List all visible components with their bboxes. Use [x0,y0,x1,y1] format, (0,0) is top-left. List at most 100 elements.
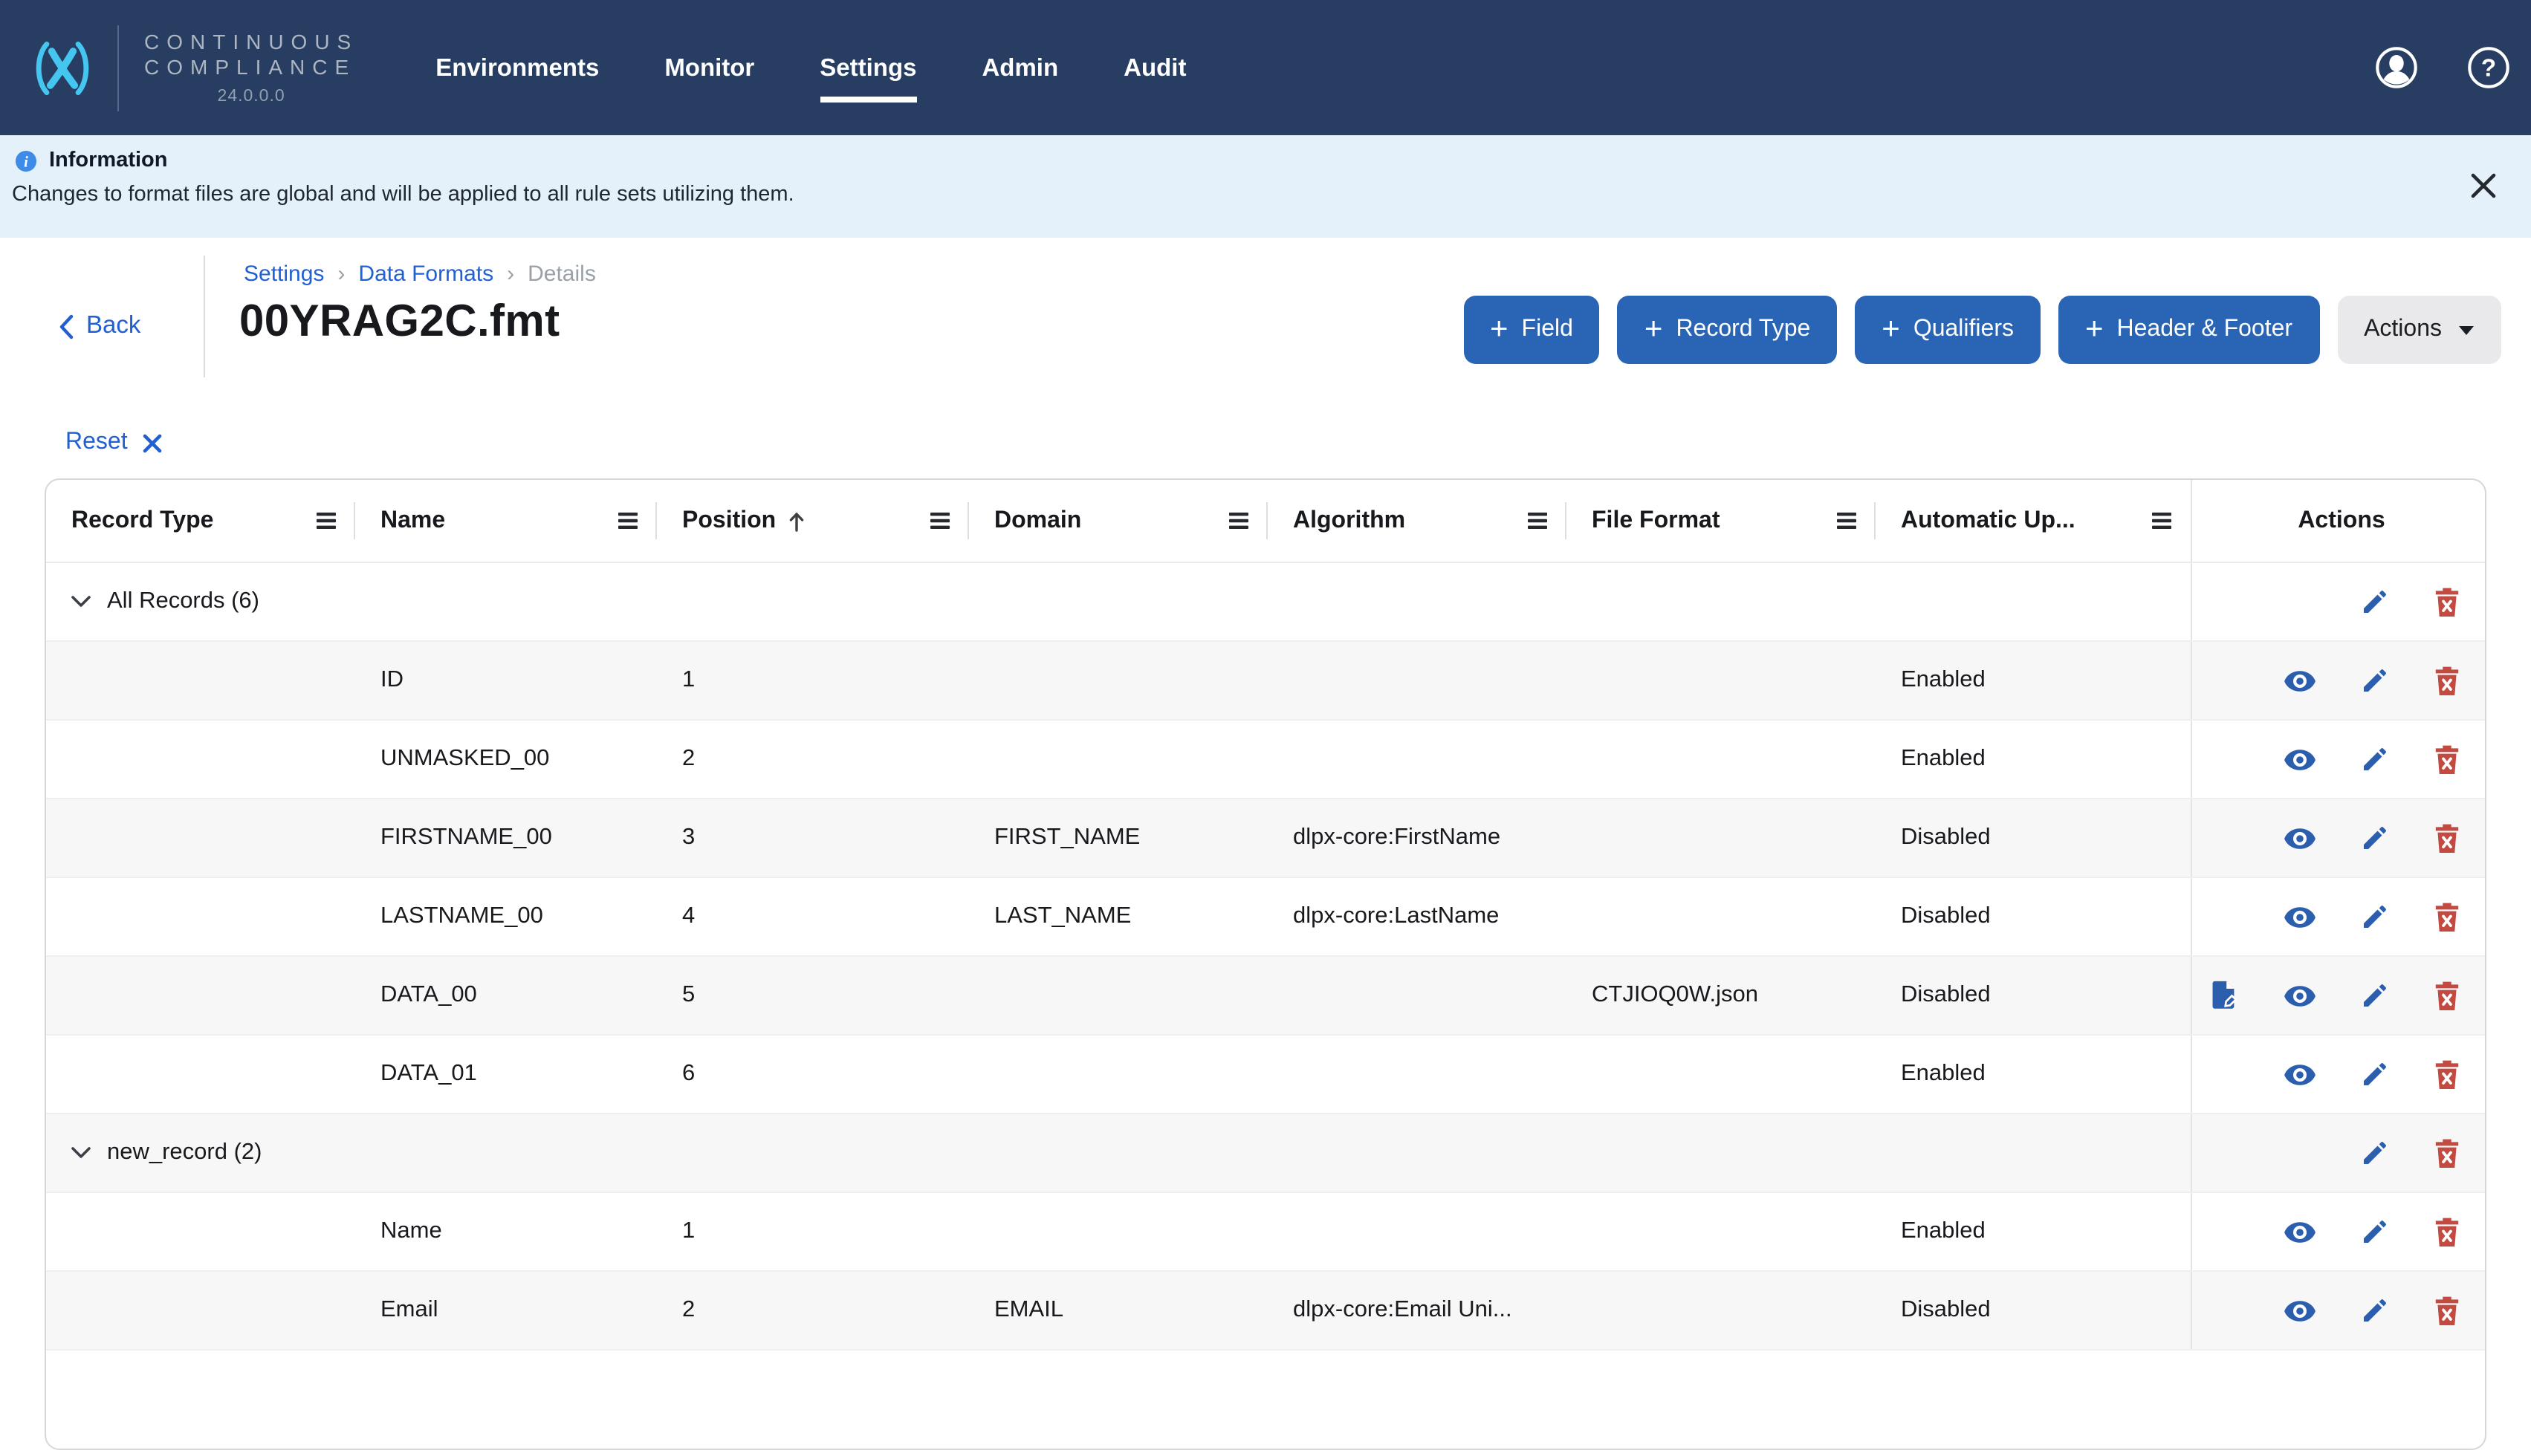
header-divider [204,256,205,377]
banner-close-icon[interactable] [2467,169,2500,202]
add-header-footer-button[interactable]: + Header & Footer [2058,296,2319,364]
breadcrumb-settings[interactable]: Settings [244,261,324,287]
brand-logo[interactable]: CONTINUOUS COMPLIANCE 24.0.0.0 [28,25,358,111]
automatic-updates-cell [1876,1114,2191,1192]
record-type-cell [46,1036,355,1113]
collapse-chevron-icon[interactable] [71,1147,91,1159]
field-row: DATA_005CTJIOQ0W.jsonDisabled [46,957,2485,1036]
add-qualifiers-button[interactable]: + Qualifiers [1855,296,2041,364]
algorithm-cell [1268,1036,1566,1113]
edit-icon[interactable] [2360,1059,2390,1089]
help-icon[interactable]: ? [2467,46,2510,89]
nav-item-environments[interactable]: Environments [435,51,599,84]
position-cell: 4 [657,878,969,955]
nav-item-audit[interactable]: Audit [1124,51,1186,84]
column-menu-icon[interactable] [2152,513,2171,529]
algorithm-cell [1268,1193,1566,1270]
plus-icon: + [2085,313,2104,344]
clear-x-icon [143,433,162,452]
column-menu-icon[interactable] [1528,513,1547,529]
view-icon[interactable] [2283,978,2317,1013]
nav-item-monitor[interactable]: Monitor [664,51,754,84]
domain-cell [969,721,1268,798]
algorithm-cell: dlpx-core:FirstName [1268,799,1566,877]
edit-icon[interactable] [2360,587,2390,617]
breadcrumb-separator-icon: › [337,261,345,287]
nav-item-admin[interactable]: Admin [982,51,1058,84]
column-header-record-type[interactable]: Record Type [46,480,355,562]
domain-cell [969,563,1268,640]
column-header-name[interactable]: Name [355,480,657,562]
file-format-cell [1566,721,1876,798]
add-field-button[interactable]: + Field [1463,296,1600,364]
delete-icon[interactable] [2433,980,2461,1011]
edit-icon[interactable] [2360,1217,2390,1247]
column-header-domain[interactable]: Domain [969,480,1268,562]
record-type-cell: new_record (2) [46,1114,355,1192]
brand-version: 24.0.0.0 [144,88,358,105]
delphix-logo-icon [28,33,97,102]
delete-icon[interactable] [2433,1295,2461,1326]
record-type-cell [46,957,355,1034]
delete-icon[interactable] [2433,822,2461,854]
view-icon[interactable] [2283,1215,2317,1249]
view-icon[interactable] [2283,742,2317,776]
column-menu-icon[interactable] [1837,513,1856,529]
file-format-cell [1566,1114,1876,1192]
view-icon[interactable] [2283,900,2317,934]
edit-icon[interactable] [2360,744,2390,774]
automatic-updates-cell: Disabled [1876,1272,2191,1349]
file-format-cell [1566,799,1876,877]
column-menu-icon[interactable] [618,513,638,529]
view-icon[interactable] [2283,1293,2317,1327]
edit-icon[interactable] [2360,902,2390,932]
record-type-cell: All Records (6) [46,563,355,640]
delete-icon[interactable] [2433,744,2461,775]
primary-nav: Environments Monitor Settings Admin Audi… [435,51,1186,84]
position-cell: 1 [657,642,969,719]
add-record-type-button[interactable]: + Record Type [1618,296,1837,364]
reset-filter-button[interactable]: Reset [65,429,162,456]
delete-icon[interactable] [2433,1059,2461,1090]
back-button[interactable]: Back [58,312,140,340]
file-format-cell [1566,563,1876,640]
actions-menu-button[interactable]: Actions [2337,296,2501,364]
view-icon[interactable] [2283,821,2317,855]
edit-icon[interactable] [2360,1296,2390,1325]
user-profile-icon[interactable] [2375,46,2418,89]
edit-icon[interactable] [2360,1138,2390,1168]
delete-icon[interactable] [2433,901,2461,932]
edit-icon[interactable] [2360,823,2390,853]
view-icon[interactable] [2283,1057,2317,1091]
caret-down-icon [2458,325,2475,335]
column-header-algorithm[interactable]: Algorithm [1268,480,1566,562]
delete-icon[interactable] [2433,665,2461,696]
delete-icon[interactable] [2433,586,2461,617]
delete-icon[interactable] [2433,1216,2461,1247]
column-menu-icon[interactable] [317,513,336,529]
navbar-right: ? [2375,46,2510,89]
automatic-updates-cell: Enabled [1876,1193,2191,1270]
column-header-actions: Actions [2191,480,2485,562]
svg-text:?: ? [2481,54,2496,82]
column-header-position[interactable]: Position [657,480,969,562]
file-format-cell [1566,878,1876,955]
chevron-left-icon [58,313,74,339]
column-menu-icon[interactable] [1229,513,1248,529]
algorithm-cell: dlpx-core:LastName [1268,878,1566,955]
column-menu-icon[interactable] [930,513,950,529]
edit-icon[interactable] [2360,981,2390,1010]
domain-cell: LAST_NAME [969,878,1268,955]
delete-icon[interactable] [2433,1137,2461,1169]
breadcrumb-details: Details [528,261,596,287]
file-edit-icon[interactable] [2208,979,2240,1012]
breadcrumb-data-formats[interactable]: Data Formats [358,261,493,287]
edit-icon[interactable] [2360,666,2390,695]
field-row: UNMASKED_002Enabled [46,721,2485,799]
column-header-automatic-updates[interactable]: Automatic Up... [1876,480,2191,562]
collapse-chevron-icon[interactable] [71,596,91,608]
column-header-file-format[interactable]: File Format [1566,480,1876,562]
sort-ascending-icon [788,510,806,531]
view-icon[interactable] [2283,663,2317,698]
nav-item-settings[interactable]: Settings [820,51,916,84]
